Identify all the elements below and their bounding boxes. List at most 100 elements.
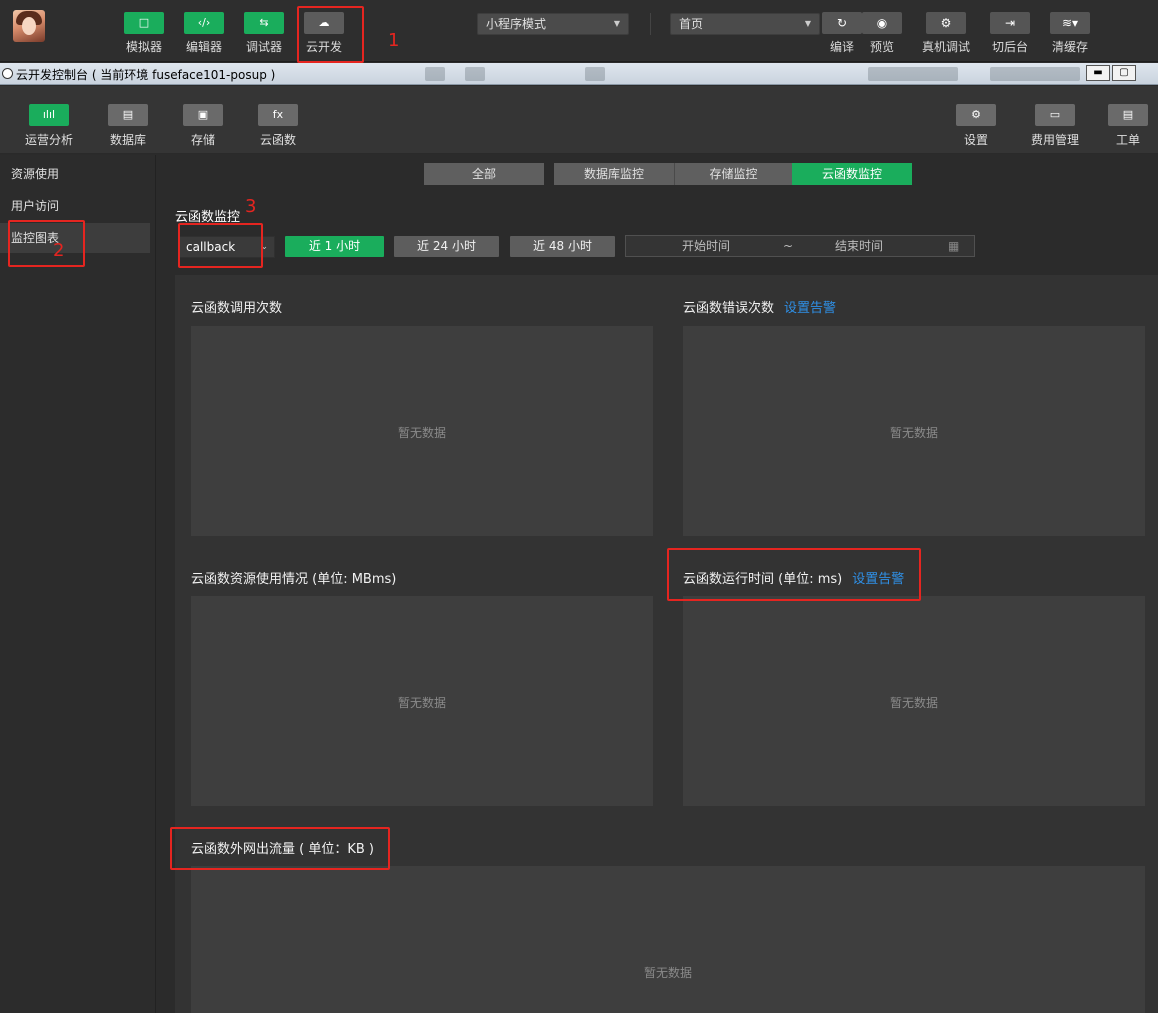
eye-icon: ◉ bbox=[862, 12, 902, 34]
layers-icon: ≋▾ bbox=[1050, 12, 1090, 34]
settings-button[interactable]: ⚙ 设置 bbox=[946, 104, 1006, 148]
background-button[interactable]: ⇥ 切后台 bbox=[982, 12, 1038, 55]
remote-debug-button[interactable]: ⚙ 真机调试 bbox=[918, 12, 974, 55]
date-range-picker[interactable]: 开始时间 ~ 结束时间 ▦ bbox=[625, 235, 975, 257]
cloud-function-label: 云函数 bbox=[259, 133, 296, 147]
preview-label: 预览 bbox=[869, 40, 894, 54]
database-label: 数据库 bbox=[109, 133, 146, 147]
page-select[interactable]: 首页 ▼ bbox=[670, 13, 820, 35]
main-toolbar: □ 模拟器 ‹/› 编辑器 ⇆ 调试器 ☁ 云开发 小程序模式 ▼ 首页 ▼ ↻… bbox=[0, 0, 1158, 62]
chart-title: 云函数错误次数 设置告警 bbox=[683, 301, 837, 316]
calendar-icon[interactable]: ▦ bbox=[948, 236, 959, 256]
end-time-placeholder: 结束时间 bbox=[835, 239, 884, 253]
storage-icon: ▣ bbox=[183, 104, 223, 126]
annotation-box bbox=[170, 827, 390, 870]
range-48h-button[interactable]: 近 48 小时 bbox=[510, 236, 615, 257]
mode-select-value: 小程序模式 bbox=[486, 17, 547, 31]
range-separator: ~ bbox=[783, 239, 794, 253]
minimize-button[interactable]: ▬ bbox=[1086, 65, 1110, 81]
chart-outbound-traffic: 暂无数据 bbox=[191, 866, 1145, 1013]
background-label: 切后台 bbox=[991, 40, 1028, 54]
empty-state-text: 暂无数据 bbox=[643, 966, 692, 980]
chart-title: 云函数资源使用情况 (单位: MBms) bbox=[191, 572, 397, 587]
window-title-bar: 云开发控制台 ( 当前环境 fuseface101-posup ) ▬ ▢ bbox=[0, 63, 1158, 85]
annotation-number: 1 bbox=[388, 30, 400, 51]
bug-icon: ⚙ bbox=[926, 12, 966, 34]
charts-panel: 云函数调用次数 暂无数据 云函数错误次数 设置告警 暂无数据 云函数资源使用情况 … bbox=[175, 275, 1158, 1013]
range-24h-button[interactable]: 近 24 小时 bbox=[394, 236, 499, 257]
ticket-button[interactable]: ▤ 工单 bbox=[1098, 104, 1158, 148]
function-icon: fx bbox=[258, 104, 298, 126]
remote-debug-label: 真机调试 bbox=[921, 40, 970, 54]
storage-button[interactable]: ▣ 存储 bbox=[173, 104, 233, 148]
background-taskbar-item bbox=[990, 67, 1080, 81]
chart-errors: 暂无数据 bbox=[683, 326, 1145, 536]
tab-database-monitor[interactable]: 数据库监控 bbox=[554, 163, 674, 185]
storage-label: 存储 bbox=[190, 133, 215, 147]
app-logo-icon bbox=[2, 68, 13, 79]
debugger-label: 调试器 bbox=[245, 40, 282, 54]
database-button[interactable]: ▤ 数据库 bbox=[98, 104, 158, 148]
empty-state-text: 暂无数据 bbox=[397, 426, 446, 440]
chart-run-time: 暂无数据 bbox=[683, 596, 1145, 806]
annotation-number: 2 bbox=[53, 240, 65, 261]
tab-storage-monitor[interactable]: 存储监控 bbox=[674, 163, 792, 185]
analytics-button[interactable]: ılıl 运营分析 bbox=[19, 104, 79, 148]
phone-icon: □ bbox=[124, 12, 164, 34]
editor-label: 编辑器 bbox=[185, 40, 222, 54]
chart-resource-usage: 暂无数据 bbox=[191, 596, 653, 806]
chart-invocations: 暂无数据 bbox=[191, 326, 653, 536]
maximize-button[interactable]: ▢ bbox=[1112, 65, 1136, 81]
tab-all[interactable]: 全部 bbox=[424, 163, 544, 185]
bar-chart-icon: ılıl bbox=[29, 104, 69, 126]
gear-icon: ⚙ bbox=[956, 104, 996, 126]
chart-title: 云函数调用次数 bbox=[191, 301, 283, 316]
analytics-label: 运营分析 bbox=[24, 133, 73, 147]
range-1h-button[interactable]: 近 1 小时 bbox=[285, 236, 384, 257]
window-title: 云开发控制台 ( 当前环境 fuseface101-posup ) bbox=[16, 68, 276, 82]
tab-cloud-function-monitor[interactable]: 云函数监控 bbox=[792, 163, 912, 185]
debug-icon: ⇆ bbox=[244, 12, 284, 34]
settings-label: 设置 bbox=[963, 133, 988, 147]
editor-button[interactable]: ‹/› 编辑器 bbox=[178, 12, 230, 55]
annotation-box bbox=[667, 548, 921, 601]
toolbar-divider bbox=[650, 13, 651, 35]
clear-cache-label: 清缓存 bbox=[1051, 40, 1088, 54]
empty-state-text: 暂无数据 bbox=[397, 696, 446, 710]
simulator-label: 模拟器 bbox=[125, 40, 162, 54]
page-select-value: 首页 bbox=[679, 17, 704, 31]
debugger-button[interactable]: ⇆ 调试器 bbox=[238, 12, 290, 55]
annotation-number: 3 bbox=[245, 196, 257, 217]
sidebar: 资源使用 用户访问 监控图表 bbox=[0, 155, 156, 1013]
ticket-icon: ▤ bbox=[1108, 104, 1148, 126]
user-avatar[interactable] bbox=[13, 10, 45, 42]
switch-background-icon: ⇥ bbox=[990, 12, 1030, 34]
console-toolbar: ılıl 运营分析 ▤ 数据库 ▣ 存储 fx 云函数 ⚙ 设置 ▭ 费用管理 … bbox=[0, 86, 1158, 154]
background-taskbar-icon bbox=[465, 67, 485, 81]
start-time-placeholder: 开始时间 bbox=[682, 239, 731, 253]
billing-label: 费用管理 bbox=[1030, 133, 1079, 147]
annotation-box bbox=[178, 223, 263, 268]
empty-state-text: 暂无数据 bbox=[889, 426, 938, 440]
chevron-down-icon: ▼ bbox=[804, 19, 811, 28]
sidebar-item-user-access[interactable]: 用户访问 bbox=[0, 191, 150, 221]
chevron-down-icon: ▼ bbox=[613, 19, 620, 28]
billing-icon: ▭ bbox=[1035, 104, 1075, 126]
annotation-box bbox=[8, 220, 85, 267]
mode-select[interactable]: 小程序模式 ▼ bbox=[477, 13, 629, 35]
clear-cache-button[interactable]: ≋▾ 清缓存 bbox=[1042, 12, 1098, 55]
empty-state-text: 暂无数据 bbox=[889, 696, 938, 710]
main-content: 全部 数据库监控 存储监控 云函数监控 云函数监控 callback ⌄ 近 1… bbox=[157, 155, 1158, 1013]
sidebar-item-resource-usage[interactable]: 资源使用 bbox=[0, 159, 150, 189]
background-taskbar-icon bbox=[425, 67, 445, 81]
set-alert-link[interactable]: 设置告警 bbox=[784, 301, 836, 316]
annotation-box bbox=[297, 6, 364, 63]
cloud-function-button[interactable]: fx 云函数 bbox=[248, 104, 308, 148]
code-icon: ‹/› bbox=[184, 12, 224, 34]
simulator-button[interactable]: □ 模拟器 bbox=[118, 12, 170, 55]
background-taskbar-item bbox=[868, 67, 958, 81]
compile-label: 编译 bbox=[829, 40, 854, 54]
preview-button[interactable]: ◉ 预览 bbox=[854, 12, 910, 55]
database-icon: ▤ bbox=[108, 104, 148, 126]
billing-button[interactable]: ▭ 费用管理 bbox=[1025, 104, 1085, 148]
